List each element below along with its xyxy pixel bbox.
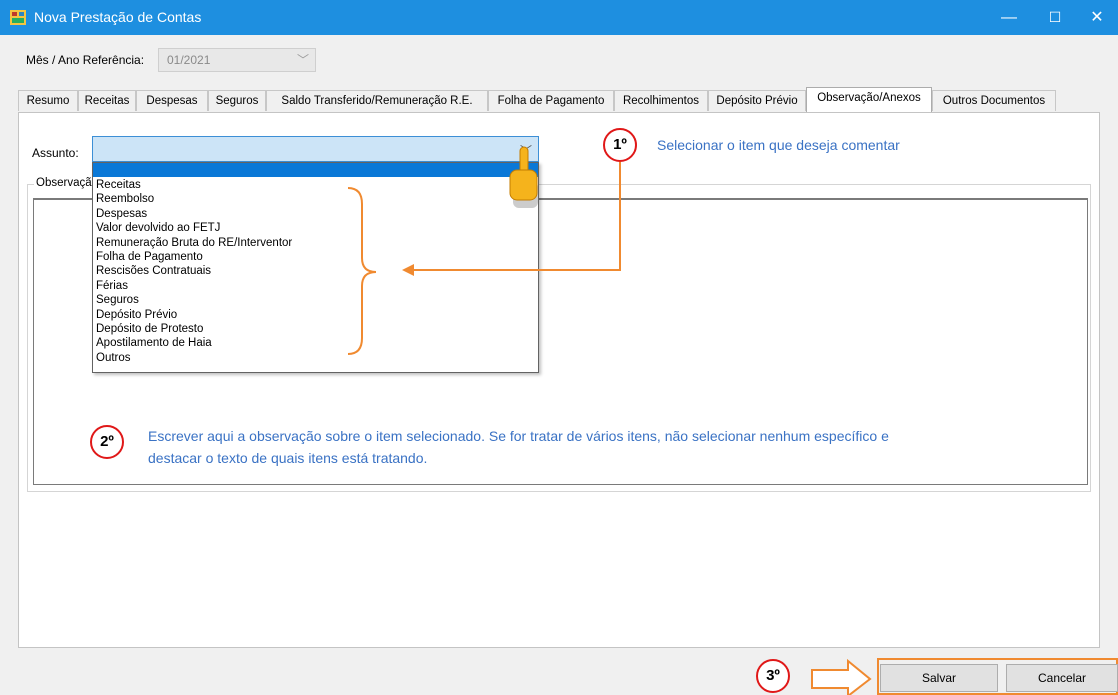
arrow-right-icon	[811, 658, 872, 695]
reference-select[interactable]: 01/2021 ﹀	[158, 48, 316, 72]
step2-text-line2: destacar o texto de quais itens está tra…	[148, 450, 428, 466]
chevron-down-icon: ﹀	[296, 53, 309, 67]
option-valor-devolvido[interactable]: Valor devolvido ao FETJ	[96, 221, 220, 235]
tab-despesas[interactable]: Despesas	[136, 90, 208, 111]
tab-outros-documentos[interactable]: Outros Documentos	[932, 90, 1056, 111]
app-icon	[10, 10, 26, 25]
minimize-button[interactable]: —	[986, 0, 1032, 35]
step3-badge: 3º	[756, 659, 790, 693]
tab-saldo-transferido[interactable]: Saldo Transferido/Remuneração R.E.	[266, 90, 488, 111]
option-ferias[interactable]: Férias	[96, 279, 128, 293]
step2-text-line1: Escrever aqui a observação sobre o item …	[148, 428, 889, 444]
tab-deposito-previo[interactable]: Depósito Prévio	[708, 90, 806, 111]
maximize-button[interactable]: ☐	[1032, 0, 1078, 35]
tab-seguros[interactable]: Seguros	[208, 90, 266, 111]
option-deposito-previo[interactable]: Depósito Prévio	[96, 308, 177, 322]
step2-badge: 2º	[90, 425, 124, 459]
option-reembolso[interactable]: Reembolso	[96, 192, 154, 206]
assunto-select[interactable]: ﹀	[92, 136, 539, 162]
step1-badge: 1º	[603, 128, 637, 162]
reference-value: 01/2021	[167, 53, 211, 67]
tab-folha-de-pagamento[interactable]: Folha de Pagamento	[488, 90, 614, 111]
close-button[interactable]: ✕	[1074, 0, 1118, 35]
save-button[interactable]: Salvar	[880, 664, 998, 692]
option-apostilamento[interactable]: Apostilamento de Haia	[96, 336, 212, 350]
option-receitas[interactable]: Receitas	[96, 178, 141, 192]
assunto-dropdown-list: Receitas Reembolso Despesas Valor devolv…	[92, 162, 539, 373]
option-seguros[interactable]: Seguros	[96, 293, 139, 307]
highlighted-option[interactable]	[93, 163, 538, 177]
observacao-group-label: Observaçã	[34, 177, 94, 189]
chevron-down-icon: ﹀	[519, 144, 532, 158]
option-remuneracao-bruta[interactable]: Remuneração Bruta do RE/Interventor	[96, 236, 292, 250]
assunto-label: Assunto:	[32, 146, 79, 160]
option-outros[interactable]: Outros	[96, 351, 131, 365]
cancel-button[interactable]: Cancelar	[1006, 664, 1118, 692]
window-title: Nova Prestação de Contas	[34, 9, 202, 25]
tab-observacao-anexos[interactable]: Observação/Anexos	[806, 87, 932, 112]
title-bar: Nova Prestação de Contas — ☐ ✕	[0, 0, 1118, 35]
option-despesas[interactable]: Despesas	[96, 207, 147, 221]
reference-label: Mês / Ano Referência:	[26, 53, 145, 67]
tab-receitas[interactable]: Receitas	[78, 90, 136, 111]
tab-recolhimentos[interactable]: Recolhimentos	[614, 90, 708, 111]
option-deposito-protesto[interactable]: Depósito de Protesto	[96, 322, 203, 336]
step1-text: Selecionar o item que deseja comentar	[657, 137, 900, 153]
option-rescisoes[interactable]: Rescisões Contratuais	[96, 264, 211, 278]
tab-resumo[interactable]: Resumo	[18, 90, 78, 111]
option-folha-de-pagamento[interactable]: Folha de Pagamento	[96, 250, 203, 264]
